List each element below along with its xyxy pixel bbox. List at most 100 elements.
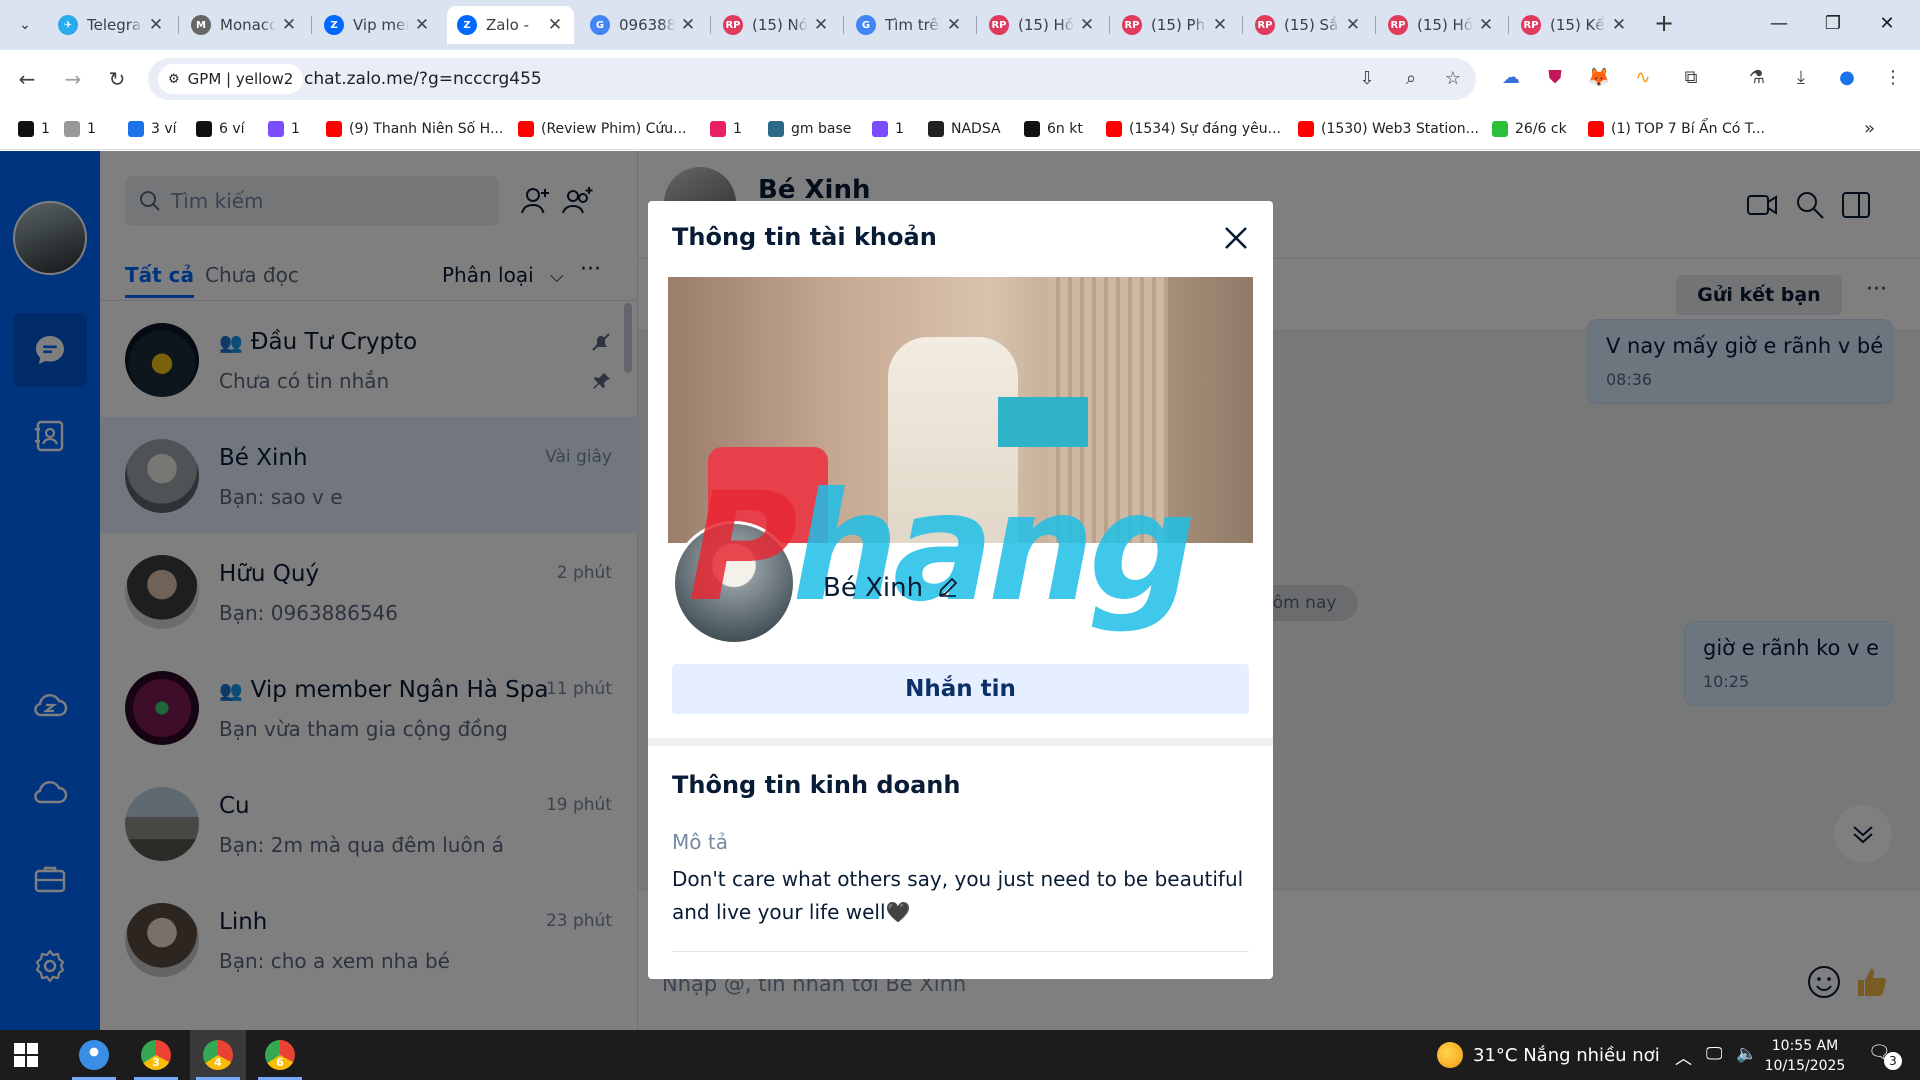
bookmark-favicon-icon: [268, 121, 284, 137]
bookmark-star-icon[interactable]: ☆: [1440, 66, 1466, 92]
weather-widget[interactable]: 31°C Nắng nhiều nơi: [1437, 1042, 1660, 1068]
bookmark-item[interactable]: 6n kt: [1024, 118, 1083, 140]
extension-cloud-icon[interactable]: ☁: [1496, 63, 1526, 93]
minimize-button[interactable]: —: [1754, 8, 1804, 40]
browser-tab[interactable]: RP (15) Kể ✕: [1511, 6, 1638, 44]
bookmark-item[interactable]: 1: [710, 118, 742, 140]
taskbar-app-browser[interactable]: 3: [128, 1030, 184, 1080]
tray-overflow-icon[interactable]: ︿: [1675, 1044, 1692, 1069]
browser-tab-strip: ⌄ ✈Telegram✕MMonaco✕ZVip member✕ZZalo - …: [0, 0, 1920, 50]
bookmark-item[interactable]: gm base: [768, 118, 851, 140]
tab-separator: [843, 16, 844, 34]
bookmark-item[interactable]: (1) TOP 7 Bí Ẩn Có T...: [1588, 118, 1765, 140]
browser-menu-icon[interactable]: ⋮: [1878, 63, 1908, 93]
taskbar-app-browser[interactable]: 6: [252, 1030, 308, 1080]
bookmark-item[interactable]: 26/6 ck: [1492, 118, 1567, 140]
tab-favicon-icon: RP: [723, 15, 743, 35]
extension-ublock-icon[interactable]: ⛊: [1540, 63, 1570, 93]
reload-icon[interactable]: ↻: [102, 64, 132, 94]
tab-close-icon[interactable]: ✕: [1211, 15, 1229, 35]
bookmark-label: (9) Thanh Niên Số H...: [349, 121, 504, 137]
tab-favicon-icon: RP: [1521, 15, 1541, 35]
modal-title: Thông tin tài khoản: [672, 223, 937, 251]
tab-search-menu-icon[interactable]: ⌄: [12, 12, 38, 38]
account-avatar-icon[interactable]: ●: [1832, 63, 1862, 93]
cover-photo[interactable]: [668, 277, 1253, 543]
browser-tab[interactable]: Z Vip member✕: [314, 6, 441, 44]
download-icon[interactable]: ⤓: [1786, 63, 1816, 93]
extension-metamask-icon[interactable]: 🦊: [1584, 63, 1614, 93]
tab-close-icon[interactable]: ✕: [280, 15, 298, 35]
tab-favicon-icon: M: [191, 15, 211, 35]
bookmark-label: (1534) Sự đáng yêu...: [1129, 121, 1282, 137]
tab-favicon-icon: Z: [457, 15, 477, 35]
bookmark-item[interactable]: 3 ví: [128, 118, 177, 140]
tab-favicon-icon: RP: [1388, 15, 1408, 35]
tab-close-icon[interactable]: ✕: [812, 15, 830, 35]
chrome-icon: 4: [203, 1040, 233, 1070]
edit-icon[interactable]: [936, 575, 960, 599]
browser-tab[interactable]: Z Zalo - ✕: [447, 6, 574, 44]
bookmark-item[interactable]: 6 ví: [196, 118, 245, 140]
bookmark-label: 1: [87, 121, 96, 137]
install-app-icon[interactable]: ⇩: [1354, 66, 1380, 92]
tab-close-icon[interactable]: ✕: [546, 15, 564, 35]
zoom-icon[interactable]: ⌕: [1398, 66, 1424, 92]
close-window-button[interactable]: ✕: [1862, 8, 1912, 40]
taskbar-app-people[interactable]: [66, 1030, 122, 1080]
tab-close-icon[interactable]: ✕: [1477, 15, 1495, 35]
bookmark-item[interactable]: (1530) Web3 Station...: [1298, 118, 1479, 140]
browser-tab[interactable]: RP (15) Ph ✕: [1112, 6, 1239, 44]
section-divider: [648, 738, 1273, 746]
tab-close-icon[interactable]: ✕: [945, 15, 963, 35]
bookmark-item[interactable]: 1: [18, 118, 50, 140]
profile-chip[interactable]: ⚙ GPM | yellow2: [158, 64, 304, 94]
restore-button[interactable]: ❐: [1808, 8, 1858, 40]
bookmark-item[interactable]: NADSA: [928, 118, 1001, 140]
tab-close-icon[interactable]: ✕: [147, 15, 165, 35]
bookmark-label: 6n kt: [1047, 121, 1083, 137]
windows-start-icon[interactable]: [14, 1043, 38, 1067]
profile-chip-label: GPM | yellow2: [187, 70, 294, 88]
browser-tab[interactable]: RP (15) Hồ ✕: [1378, 6, 1505, 44]
bookmark-item[interactable]: (1534) Sự đáng yêu...: [1106, 118, 1281, 140]
volume-icon[interactable]: 🔈: [1736, 1044, 1757, 1064]
bookmark-favicon-icon: [518, 121, 534, 137]
bookmark-item[interactable]: 1: [64, 118, 96, 140]
taskbar-clock[interactable]: 10:55 AM 10/15/2025: [1760, 1036, 1850, 1076]
bookmark-favicon-icon: [196, 121, 212, 137]
browser-tab[interactable]: M Monaco ✕: [181, 6, 308, 44]
browser-tab[interactable]: RP (15) Sắc✕: [1245, 6, 1372, 44]
taskbar-app-browser[interactable]: 4: [190, 1030, 246, 1080]
send-message-button[interactable]: Nhắn tin: [672, 664, 1249, 714]
back-icon[interactable]: ←: [12, 64, 42, 94]
url-text[interactable]: chat.zalo.me/?g=ncccrg455: [304, 69, 542, 89]
browser-tab[interactable]: RP (15) Hồ ✕: [979, 6, 1106, 44]
bookmark-item[interactable]: 1: [268, 118, 300, 140]
tab-close-icon[interactable]: ✕: [1610, 15, 1628, 35]
notification-center-icon[interactable]: 🗨 3: [1868, 1042, 1902, 1070]
forward-icon[interactable]: →: [58, 64, 88, 94]
bookmark-favicon-icon: [128, 121, 144, 137]
tab-close-icon[interactable]: ✕: [1078, 15, 1096, 35]
close-icon[interactable]: [1217, 219, 1255, 257]
extensions-puzzle-icon[interactable]: ⧉: [1676, 63, 1706, 93]
tab-close-icon[interactable]: ✕: [1344, 15, 1362, 35]
new-tab-button[interactable]: +: [1650, 10, 1678, 38]
tab-close-icon[interactable]: ✕: [413, 15, 431, 35]
tab-close-icon[interactable]: ✕: [679, 15, 697, 35]
tab-title: (15) Hồ: [1417, 16, 1473, 34]
bookmark-item[interactable]: 1: [872, 118, 904, 140]
profile-avatar[interactable]: [672, 521, 796, 645]
labs-flask-icon[interactable]: ⚗: [1742, 63, 1772, 93]
bookmarks-overflow-icon[interactable]: »: [1864, 118, 1875, 139]
address-bar[interactable]: ⚙ GPM | yellow2 chat.zalo.me/?g=ncccrg45…: [148, 58, 1476, 100]
bookmark-item[interactable]: (9) Thanh Niên Số H...: [326, 118, 503, 140]
browser-tab[interactable]: ✈ Telegram✕: [48, 6, 175, 44]
browser-tab[interactable]: RP (15) Nói ✕: [713, 6, 840, 44]
browser-tab[interactable]: G Tìm trên✕: [846, 6, 973, 44]
extension-ext-icon[interactable]: ∿: [1628, 63, 1658, 93]
network-icon[interactable]: 🖵: [1706, 1044, 1722, 1064]
bookmark-item[interactable]: (Review Phim) Cứu...: [518, 118, 687, 140]
browser-tab[interactable]: G 0963886546✕: [580, 6, 707, 44]
